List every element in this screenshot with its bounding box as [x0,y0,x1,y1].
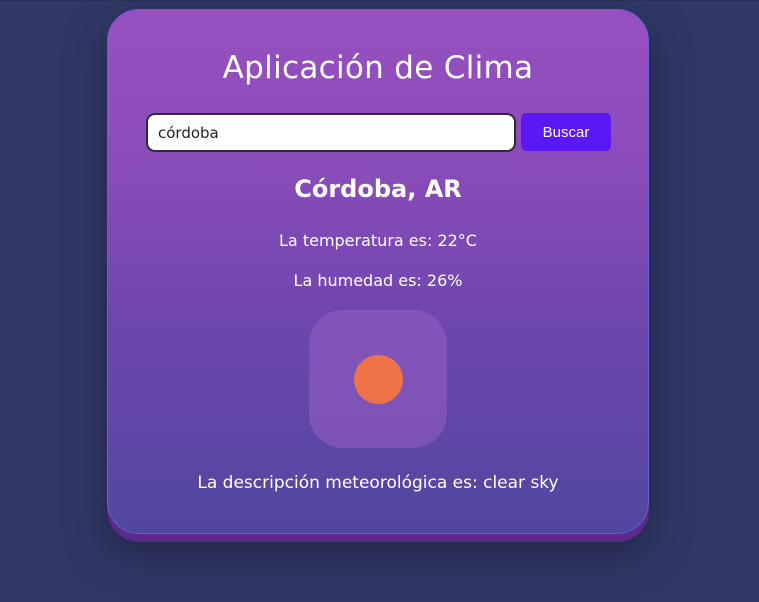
sun-icon [354,355,403,404]
search-button[interactable]: Buscar [521,113,611,151]
weather-card: Aplicación de Clima Buscar Córdoba, AR L… [107,9,649,534]
app-title: Aplicación de Clima [222,50,534,86]
city-search-input[interactable] [146,113,516,152]
weather-icon-box [309,310,447,448]
temperature-text: La temperatura es: 22°C [279,231,477,250]
weather-description: La descripción meteorológica es: clear s… [197,473,559,493]
top-edge-line [0,0,759,1]
city-name: Córdoba, AR [294,175,462,203]
humidity-text: La humedad es: 26% [293,271,463,290]
